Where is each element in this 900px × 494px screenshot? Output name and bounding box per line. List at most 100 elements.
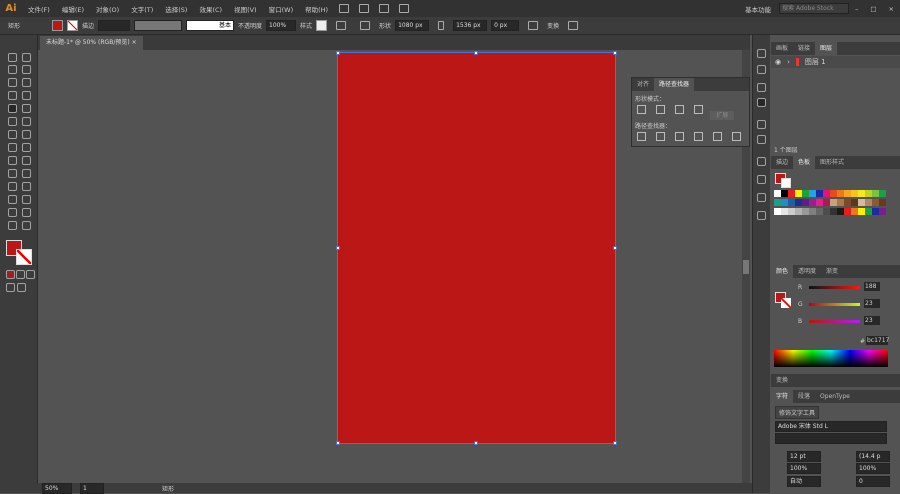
r-value[interactable]: 188 <box>864 282 880 291</box>
swatch[interactable] <box>872 199 879 206</box>
width-field[interactable]: 1080 px <box>395 20 430 31</box>
scale-tool-icon[interactable] <box>22 130 31 139</box>
menu-help[interactable]: 帮助(H) <box>305 4 328 14</box>
stock-icon[interactable] <box>359 4 370 13</box>
handle[interactable] <box>474 51 478 55</box>
tab-gradient[interactable]: 渐变 <box>821 265 843 278</box>
symbol-sprayer-icon[interactable] <box>8 195 17 204</box>
swatch[interactable] <box>781 199 788 206</box>
font-family-field[interactable]: Adobe 宋体 Std L <box>775 421 887 432</box>
horizontal-scale-field[interactable]: 100% <box>856 463 890 474</box>
properties-icon[interactable] <box>757 193 766 202</box>
none-mode-icon[interactable] <box>26 270 35 279</box>
tracking-field[interactable]: 0 <box>856 476 890 487</box>
handle[interactable] <box>613 51 617 55</box>
transform-link[interactable]: 变换 <box>547 21 559 30</box>
outline-icon[interactable] <box>713 132 722 141</box>
direct-selection-tool-icon[interactable] <box>22 53 31 62</box>
graphic-styles-icon[interactable] <box>757 175 766 184</box>
swatch[interactable] <box>830 208 837 215</box>
swatch[interactable] <box>823 208 830 215</box>
perspective-grid-icon[interactable] <box>22 156 31 165</box>
tab-color[interactable]: 颜色 <box>771 265 794 278</box>
swatch[interactable] <box>816 190 823 197</box>
recolor-icon[interactable] <box>336 21 347 30</box>
layer-name[interactable]: 图层 1 <box>805 57 826 67</box>
tab-links[interactable]: 链接 <box>793 42 815 55</box>
rotate-tool-icon[interactable] <box>8 130 17 139</box>
swatch[interactable] <box>795 190 802 197</box>
g-value[interactable]: 23 <box>864 299 880 308</box>
swatch[interactable] <box>858 199 865 206</box>
menu-effect[interactable]: 效果(C) <box>199 4 222 14</box>
swatch[interactable] <box>781 208 788 215</box>
swatch[interactable] <box>837 190 844 197</box>
swatch[interactable] <box>844 190 851 197</box>
swatch[interactable] <box>851 199 858 206</box>
stroke-swatch[interactable] <box>67 20 78 31</box>
shape-builder-icon[interactable] <box>8 156 17 165</box>
curvature-tool-icon[interactable] <box>22 78 31 87</box>
opacity-label[interactable]: 不透明度 <box>238 21 262 30</box>
type-tool-icon[interactable] <box>8 91 17 100</box>
swatch[interactable] <box>858 190 865 197</box>
crop-icon[interactable] <box>694 132 703 141</box>
swatch[interactable] <box>816 208 823 215</box>
swatch[interactable] <box>865 199 872 206</box>
merge-icon[interactable] <box>675 132 684 141</box>
swatch[interactable] <box>851 208 858 215</box>
transform-header[interactable]: 变换 <box>771 374 900 387</box>
screen-mode-icon[interactable] <box>17 283 26 292</box>
line-tool-icon[interactable] <box>22 91 31 100</box>
isolate-icon[interactable] <box>568 21 579 30</box>
appearance-icon[interactable] <box>757 157 766 166</box>
paintbrush-icon[interactable] <box>22 104 31 113</box>
swatch[interactable] <box>809 208 816 215</box>
zoom-tool-icon[interactable] <box>22 221 31 230</box>
shaper-tool-icon[interactable] <box>8 117 17 126</box>
swatch[interactable] <box>795 199 802 206</box>
swatch[interactable] <box>774 199 781 206</box>
stroke-weight-field[interactable] <box>98 20 131 31</box>
intersect-icon[interactable] <box>675 105 684 114</box>
swatch[interactable] <box>809 199 816 206</box>
hand-tool-icon[interactable] <box>8 221 17 230</box>
expand-button[interactable]: 扩展 <box>710 111 735 120</box>
opacity-field[interactable]: 100% <box>266 20 297 31</box>
swatch[interactable] <box>781 190 788 197</box>
swatch[interactable] <box>830 190 837 197</box>
color-guide-icon[interactable] <box>757 49 766 58</box>
swatch[interactable] <box>774 190 781 197</box>
eraser-icon[interactable] <box>22 117 31 126</box>
tab-character[interactable]: 字符 <box>771 390 794 403</box>
lasso-icon[interactable] <box>22 65 31 74</box>
handle[interactable] <box>336 441 340 445</box>
swatch[interactable] <box>879 208 886 215</box>
minimize-button[interactable]: – <box>855 5 858 13</box>
hex-field[interactable]: bc1717 <box>866 336 889 345</box>
trim-icon[interactable] <box>656 132 665 141</box>
handle[interactable] <box>474 441 478 445</box>
current-tool-status[interactable]: 矩形 <box>162 484 174 493</box>
swatch[interactable] <box>788 190 795 197</box>
align-icon[interactable] <box>360 21 371 30</box>
swatch[interactable] <box>879 190 886 197</box>
layer-row[interactable]: ◉ › 图层 1 <box>771 56 900 68</box>
document-tab[interactable]: 未标题-1* @ 50% (RGB/预览) × <box>40 36 143 50</box>
leading-field[interactable]: (14.4 p <box>856 451 890 462</box>
swatch[interactable] <box>837 208 844 215</box>
zoom-field[interactable]: 50% <box>42 482 72 494</box>
swatch[interactable] <box>879 199 886 206</box>
swatch[interactable] <box>851 190 858 197</box>
gradient-tool-icon[interactable] <box>22 169 31 178</box>
workspace-switcher[interactable]: 基本功能 <box>745 4 771 14</box>
minus-back-icon[interactable] <box>732 132 741 141</box>
swatch[interactable] <box>844 208 851 215</box>
swatch[interactable] <box>802 199 809 206</box>
color-stroke-icon[interactable] <box>781 298 791 308</box>
swatch[interactable] <box>858 208 865 215</box>
mesh-tool-icon[interactable] <box>8 169 17 178</box>
eyedropper-icon[interactable] <box>8 182 17 191</box>
tab-stroke[interactable]: 描边 <box>771 156 793 169</box>
menu-window[interactable]: 窗口(W) <box>269 4 294 14</box>
